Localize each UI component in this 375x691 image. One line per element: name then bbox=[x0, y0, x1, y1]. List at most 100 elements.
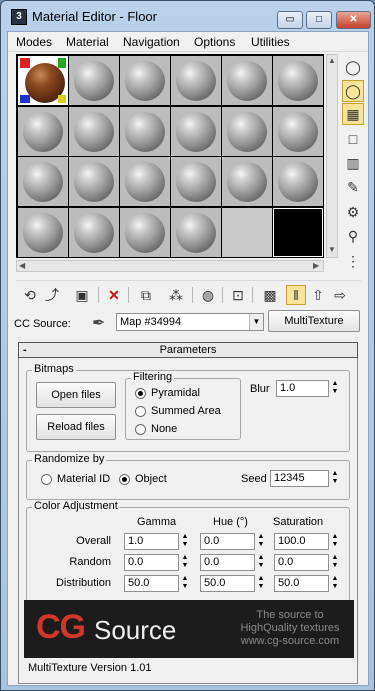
material-id-channel-icon[interactable]: ⊡ bbox=[228, 285, 248, 305]
color-adjust-value[interactable]: 50.0 bbox=[274, 575, 329, 592]
spinner-arrows-icon[interactable]: ▲ ▼ bbox=[330, 575, 340, 592]
blur-spinner[interactable]: 1.0 ▲ ▼ bbox=[276, 380, 340, 397]
filtering-summed-area-radio[interactable] bbox=[135, 406, 146, 417]
collapse-icon[interactable]: - bbox=[23, 343, 27, 357]
color-adjust-value[interactable]: 0.0 bbox=[200, 554, 255, 571]
spinner-arrows-icon[interactable]: ▲ ▼ bbox=[330, 554, 340, 571]
randomize-material-id-radio[interactable] bbox=[41, 474, 52, 485]
color-adjust-value[interactable]: 50.0 bbox=[200, 575, 255, 592]
scroll-up-icon[interactable]: ▲ bbox=[328, 56, 336, 65]
color-adjust-value[interactable]: 0.0 bbox=[274, 554, 329, 571]
video-color-check-icon[interactable]: ▥ bbox=[342, 152, 364, 174]
spinner-arrows-icon[interactable]: ▲ ▼ bbox=[256, 575, 266, 592]
open-files-button[interactable]: Open files bbox=[36, 382, 116, 408]
restore-button[interactable]: □ bbox=[306, 11, 332, 29]
map-type-button[interactable]: MultiTexture bbox=[268, 310, 360, 332]
slots-vertical-scrollbar[interactable]: ▲ ▼ bbox=[326, 54, 338, 258]
menu-modes[interactable]: Modes bbox=[16, 35, 52, 49]
color-adjust-spinner[interactable]: 0.0 ▲ ▼ bbox=[124, 554, 190, 571]
menu-utilities[interactable]: Utilities bbox=[251, 35, 290, 49]
seed-spinner[interactable]: 12345 ▲ ▼ bbox=[270, 470, 340, 487]
slots-horizontal-scrollbar[interactable]: ◀ ▶ bbox=[16, 260, 324, 272]
material-slot[interactable] bbox=[120, 56, 170, 105]
material-slot[interactable] bbox=[222, 56, 272, 105]
spinner-arrows-icon[interactable]: ▲ ▼ bbox=[180, 575, 190, 592]
material-slot[interactable] bbox=[18, 207, 68, 257]
spinner-arrows-icon[interactable]: ▲ ▼ bbox=[180, 533, 190, 550]
material-slot[interactable] bbox=[171, 106, 221, 156]
select-by-material-icon[interactable]: ⚲ bbox=[342, 225, 364, 247]
make-unique-icon[interactable]: ⧉ bbox=[136, 285, 156, 305]
color-adjust-spinner[interactable]: 100.0 ▲ ▼ bbox=[274, 533, 340, 550]
material-slot[interactable] bbox=[18, 157, 68, 206]
material-slot[interactable] bbox=[69, 207, 119, 257]
color-adjust-value[interactable]: 0.0 bbox=[124, 554, 179, 571]
go-to-parent-icon[interactable]: ⇧ bbox=[308, 285, 328, 305]
material-slot[interactable] bbox=[273, 56, 323, 105]
title-bar[interactable]: 3 Material Editor - Floor ▭ □ ✕ bbox=[1, 1, 374, 31]
blur-spinner-arrows-icon[interactable]: ▲ ▼ bbox=[330, 380, 340, 397]
color-adjust-spinner[interactable]: 0.0 ▲ ▼ bbox=[274, 554, 340, 571]
color-adjust-spinner[interactable]: 50.0 ▲ ▼ bbox=[274, 575, 340, 592]
color-adjust-spinner[interactable]: 50.0 ▲ ▼ bbox=[124, 575, 190, 592]
color-adjust-value[interactable]: 0.0 bbox=[200, 533, 255, 550]
assign-material-icon[interactable]: ▣ bbox=[72, 285, 92, 305]
material-slot[interactable] bbox=[222, 207, 272, 257]
color-adjust-value[interactable]: 50.0 bbox=[124, 575, 179, 592]
spinner-arrows-icon[interactable]: ▲ ▼ bbox=[256, 533, 266, 550]
material-slot[interactable] bbox=[120, 106, 170, 156]
eyedropper-icon[interactable]: ✒ bbox=[92, 313, 105, 333]
randomize-object-radio[interactable] bbox=[119, 474, 130, 485]
spinner-arrows-icon[interactable]: ▲ ▼ bbox=[330, 533, 340, 550]
scroll-left-icon[interactable]: ◀ bbox=[19, 261, 25, 270]
spinner-arrows-icon[interactable]: ▲ ▼ bbox=[256, 554, 266, 571]
material-slot[interactable] bbox=[171, 56, 221, 105]
material-slot[interactable] bbox=[120, 207, 170, 257]
show-shaded-icon[interactable]: ▩ bbox=[260, 285, 280, 305]
menu-options[interactable]: Options bbox=[194, 35, 235, 49]
copy-material-icon[interactable]: ⁂ bbox=[166, 285, 186, 305]
material-slot[interactable] bbox=[273, 207, 323, 257]
backlight-icon[interactable]: ◯ bbox=[342, 80, 364, 102]
material-slot[interactable] bbox=[18, 56, 68, 105]
material-slot[interactable] bbox=[69, 56, 119, 105]
material-map-navigator-icon[interactable]: ⋮ bbox=[342, 250, 364, 272]
material-slot[interactable] bbox=[273, 106, 323, 156]
material-slot[interactable] bbox=[273, 157, 323, 206]
show-end-result-icon[interactable]: ‖ bbox=[286, 285, 306, 305]
material-slot[interactable] bbox=[171, 207, 221, 257]
map-name-field[interactable]: Map #34994 ▼ bbox=[116, 313, 264, 331]
filtering-none-radio[interactable] bbox=[135, 424, 146, 435]
color-adjust-spinner[interactable]: 0.0 ▲ ▼ bbox=[200, 554, 266, 571]
reset-map-icon[interactable]: ✕ bbox=[104, 285, 124, 305]
close-button[interactable]: ✕ bbox=[336, 11, 371, 29]
color-adjust-spinner[interactable]: 50.0 ▲ ▼ bbox=[200, 575, 266, 592]
put-to-library-icon[interactable]: ◍ bbox=[198, 285, 218, 305]
seed-spinner-arrows-icon[interactable]: ▲ ▼ bbox=[330, 470, 340, 487]
material-slot[interactable] bbox=[18, 106, 68, 156]
make-preview-icon[interactable]: ✎ bbox=[342, 176, 364, 198]
sample-sphere-icon[interactable]: ◯ bbox=[342, 56, 364, 78]
cg-source-banner[interactable]: CG Source The source to HighQuality text… bbox=[24, 600, 354, 658]
material-slot[interactable] bbox=[222, 157, 272, 206]
seed-value[interactable]: 12345 bbox=[270, 470, 329, 487]
blur-value[interactable]: 1.0 bbox=[276, 380, 329, 397]
options-icon[interactable]: ⚙ bbox=[342, 201, 364, 223]
material-slot[interactable] bbox=[222, 106, 272, 156]
menu-navigation[interactable]: Navigation bbox=[123, 35, 180, 49]
reload-files-button[interactable]: Reload files bbox=[36, 414, 116, 440]
material-slot[interactable] bbox=[69, 157, 119, 206]
color-adjust-spinner[interactable]: 0.0 ▲ ▼ bbox=[200, 533, 266, 550]
color-adjust-value[interactable]: 1.0 bbox=[124, 533, 179, 550]
spinner-arrows-icon[interactable]: ▲ ▼ bbox=[180, 554, 190, 571]
go-forward-icon[interactable]: ⇨ bbox=[330, 285, 350, 305]
menu-material[interactable]: Material bbox=[66, 35, 109, 49]
chevron-down-icon[interactable]: ▼ bbox=[249, 314, 263, 330]
get-material-icon[interactable]: ⟲ bbox=[20, 285, 40, 305]
material-slot[interactable] bbox=[69, 106, 119, 156]
color-adjust-value[interactable]: 100.0 bbox=[274, 533, 329, 550]
put-to-scene-icon[interactable]: ⤴ bbox=[42, 285, 62, 305]
parameters-rollout-header[interactable]: - Parameters bbox=[18, 342, 358, 358]
scroll-down-icon[interactable]: ▼ bbox=[328, 245, 336, 254]
minimize-button[interactable]: ▭ bbox=[277, 11, 303, 29]
